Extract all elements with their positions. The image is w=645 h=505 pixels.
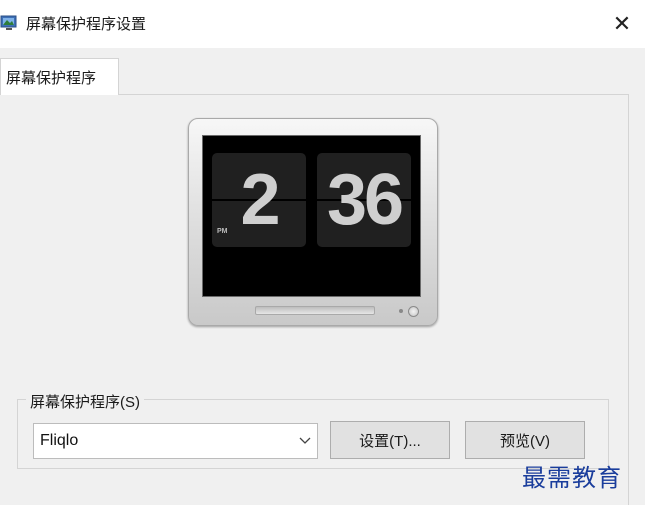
clock-minute: 36 [326, 160, 404, 240]
chevron-down-icon [299, 430, 311, 453]
flip-clock-minute: 36 [317, 153, 411, 247]
screensaver-select[interactable]: Fliqlo [33, 423, 318, 459]
watermark-text: 最需教育 [522, 464, 622, 492]
monitor-slot [255, 306, 375, 315]
close-icon: ✕ [612, 11, 632, 36]
screensaver-group-label: 屏幕保护程序(S) [26, 391, 144, 412]
tab-screen-saver[interactable]: 屏幕保护程序 [0, 58, 119, 95]
screensaver-select-value: Fliqlo [40, 432, 79, 449]
clock-ampm: PM [217, 228, 228, 235]
close-button[interactable]: ✕ [599, 0, 645, 48]
preview-monitor: 2 PM 36 [188, 118, 438, 326]
flip-clock-hour: 2 PM [212, 153, 306, 247]
window-title: 屏幕保护程序设置 [26, 16, 147, 33]
title-bar: 屏幕保护程序设置 ✕ [0, 0, 645, 48]
preview-screen: 2 PM 36 [202, 135, 421, 297]
power-indicator-icon [399, 309, 403, 313]
power-button-icon [408, 306, 419, 317]
preview-button[interactable]: 预览(V) [465, 421, 585, 459]
screen-saver-settings-icon [0, 14, 18, 32]
settings-button[interactable]: 设置(T)... [330, 421, 450, 459]
